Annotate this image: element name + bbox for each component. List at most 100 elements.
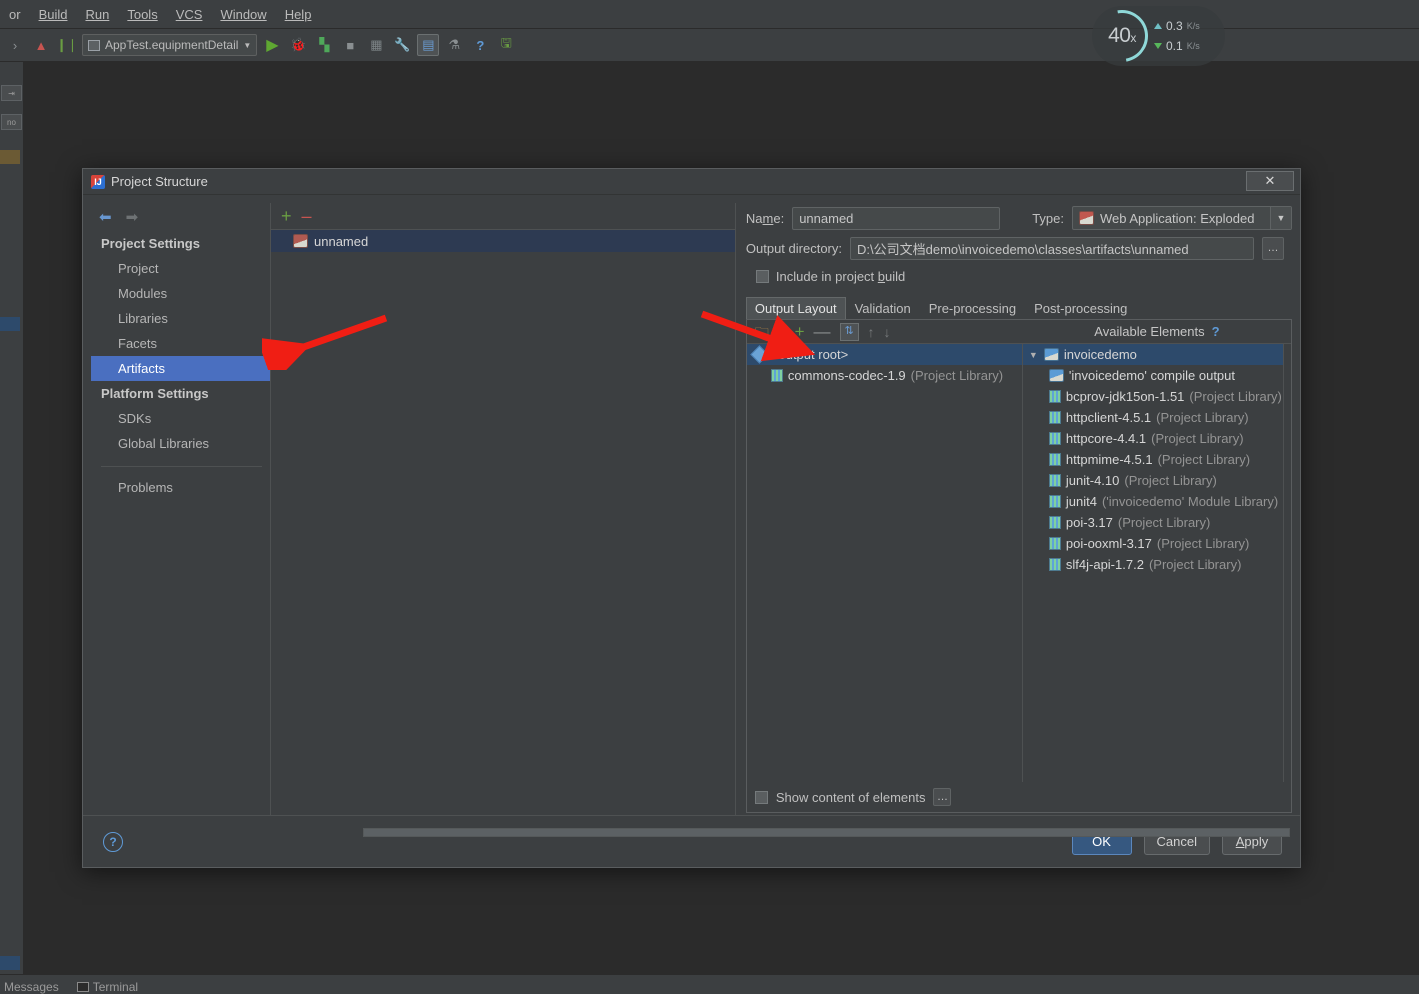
chevron-down-icon[interactable]: ▼ [1270, 207, 1291, 229]
scrollbar-thumb[interactable] [364, 829, 1289, 836]
create-directory-icon[interactable]: 🗀 [755, 325, 769, 339]
artifact-name-input[interactable]: unnamed [792, 206, 1001, 230]
status-terminal[interactable]: Terminal [76, 980, 138, 994]
output-layout-child-node[interactable]: commons-codec-1.9 (Project Library) [747, 365, 1022, 386]
sidebar-item-facets[interactable]: Facets [91, 331, 270, 356]
sidebar-item-libraries[interactable]: Libraries [91, 306, 270, 331]
menu-item-help[interactable]: Help [276, 5, 321, 24]
create-archive-icon[interactable]: ▮ [778, 325, 786, 339]
available-elements-label: Available Elements [1094, 324, 1205, 339]
update-project-icon[interactable]: ▲ [30, 34, 52, 56]
library-icon [1048, 411, 1061, 424]
menu-item-or[interactable]: or [0, 5, 30, 24]
browse-output-directory-button[interactable]: … [1262, 236, 1284, 260]
settings-sidebar: ⬅ ➡ Project Settings Project Modules Lib… [91, 203, 272, 815]
remove-element-icon[interactable]: — [814, 323, 831, 340]
help-icon[interactable]: ? [103, 831, 123, 852]
menu-item-window[interactable]: Window [211, 5, 275, 24]
available-vertical-scrollbar[interactable] [1283, 344, 1291, 782]
output-layout-panel: 🗀 ▮ + — ⇅ ↑ ↓ Available Elements ? <outp… [363, 319, 1292, 837]
include-in-build-checkbox[interactable] [755, 269, 769, 283]
library-icon [1048, 516, 1061, 529]
tab-output-layout[interactable]: Output Layout [745, 297, 846, 319]
library-icon [1048, 474, 1061, 487]
artifacts-list: unnamed [271, 229, 735, 815]
close-icon[interactable]: ✕ [1246, 171, 1294, 191]
help-icon[interactable]: ? [469, 34, 491, 56]
project-structure-icon[interactable]: ▤ [417, 34, 440, 56]
available-item-poi-ooxml[interactable]: poi-ooxml-3.17 (Project Library) [1023, 533, 1291, 554]
available-item-compile-output[interactable]: 'invoicedemo' compile output [1023, 365, 1291, 386]
available-item-httpmime[interactable]: httpmime-4.5.1 (Project Library) [1023, 449, 1291, 470]
available-item-sub: (Project Library) [1156, 536, 1250, 551]
output-root-label: <output root> [770, 347, 849, 362]
run-configuration-selector[interactable]: AppTest.equipmentDetail ▼ [82, 34, 258, 56]
attach-icon[interactable]: ⚗ [443, 34, 465, 56]
output-root-node[interactable]: <output root> [746, 344, 1022, 365]
move-up-icon[interactable]: ↑ [868, 325, 875, 339]
debug-icon[interactable]: 🐞 [287, 34, 309, 56]
navigate-left-icon[interactable]: › [4, 34, 26, 56]
available-item-slf4j[interactable]: slf4j-api-1.7.2 (Project Library) [1023, 554, 1291, 575]
remove-artifact-button[interactable]: – [302, 207, 312, 225]
tab-validation[interactable]: Validation [846, 297, 920, 319]
tab-post-processing[interactable]: Post-processing [1025, 297, 1136, 319]
include-in-build-label: Include in project build [775, 268, 906, 284]
available-item-sub: ('invoicedemo' Module Library) [1101, 494, 1279, 509]
sidebar-item-project[interactable]: Project [91, 256, 270, 281]
chevron-down-icon[interactable]: ▼ [1029, 350, 1039, 360]
available-help-icon[interactable]: ? [1212, 324, 1220, 339]
library-icon [1048, 453, 1061, 466]
save-all-icon[interactable]: 🖫 [495, 34, 517, 56]
add-copy-icon[interactable]: + [795, 323, 805, 340]
available-item-httpcore[interactable]: httpcore-4.4.1 (Project Library) [1023, 428, 1291, 449]
output-layout-tree: <output root> commons-codec-1.9 (Project… [746, 344, 1023, 782]
output-directory-input[interactable]: D:\公司文档demo\invoicedemo\classes\artifact… [850, 236, 1254, 260]
sidebar-item-problems[interactable]: Problems [91, 467, 270, 500]
sort-icon[interactable]: ⇅ [839, 322, 859, 341]
sidebar-item-artifacts[interactable]: Artifacts [91, 356, 271, 381]
editor-tab-remnant[interactable]: no [1, 114, 22, 130]
status-messages[interactable]: Messages [4, 980, 59, 994]
settings-sync-icon[interactable]: ❙❘ [56, 34, 78, 56]
available-item-poi[interactable]: poi-3.17 (Project Library) [1023, 512, 1291, 533]
add-artifact-button[interactable]: + [281, 207, 292, 225]
include-in-build-row[interactable]: Include in project build [746, 263, 1292, 289]
menu-item-build[interactable]: Build [30, 5, 77, 24]
show-content-checkbox[interactable] [754, 790, 768, 804]
collapse-all-icon[interactable]: ⇥ [1, 85, 22, 101]
available-item-httpclient[interactable]: httpclient-4.5.1 (Project Library) [1023, 407, 1291, 428]
sidebar-item-global-libraries[interactable]: Global Libraries [91, 431, 270, 456]
run-icon[interactable]: ▶ [261, 34, 283, 56]
build-icon[interactable]: ▦ [365, 34, 387, 56]
menu-item-tools[interactable]: Tools [118, 5, 166, 24]
stop-icon[interactable]: ■ [339, 34, 361, 56]
tab-pre-processing[interactable]: Pre-processing [920, 297, 1025, 319]
available-item-bcprov[interactable]: bcprov-jdk15on-1.51 (Project Library) [1023, 386, 1291, 407]
wrench-icon[interactable]: 🔧 [391, 34, 413, 56]
available-item-label: slf4j-api-1.7.2 [1065, 557, 1144, 572]
back-arrow-icon[interactable]: ⬅ [99, 208, 112, 226]
sidebar-item-modules[interactable]: Modules [91, 281, 270, 306]
menu-item-run[interactable]: Run [76, 5, 118, 24]
output-layout-toolbar: 🗀 ▮ + — ⇅ ↑ ↓ Available Elements ? [746, 320, 1291, 344]
artifact-row-unnamed[interactable]: unnamed [271, 230, 735, 252]
highlight-marker-bottom [0, 956, 20, 970]
menu-item-vcs[interactable]: VCS [167, 5, 212, 24]
forward-arrow-icon[interactable]: ➡ [126, 208, 139, 226]
available-item-junit[interactable]: junit-4.10 (Project Library) [1023, 470, 1291, 491]
available-item-junit4[interactable]: junit4 ('invoicedemo' Module Library) [1023, 491, 1291, 512]
dialog-body: ⬅ ➡ Project Settings Project Modules Lib… [83, 195, 1300, 837]
move-down-icon[interactable]: ↓ [884, 325, 891, 339]
show-content-options-button[interactable]: … [933, 788, 952, 806]
sidebar-item-sdks[interactable]: SDKs [91, 406, 270, 431]
coverage-icon[interactable]: ▚ [313, 34, 335, 56]
terminal-icon [76, 982, 89, 992]
artifact-type-select[interactable]: Web Application: Exploded ▼ [1072, 206, 1292, 230]
ide-status-bar: Messages Terminal [0, 974, 1419, 994]
available-root-node[interactable]: ▼ invoicedemo [1022, 344, 1291, 365]
dialog-title-bar: IJ Project Structure ✕ [83, 169, 1300, 195]
available-horizontal-scrollbar[interactable] [363, 828, 1290, 837]
artifact-label: unnamed [314, 233, 369, 249]
module-icon [1043, 348, 1059, 361]
